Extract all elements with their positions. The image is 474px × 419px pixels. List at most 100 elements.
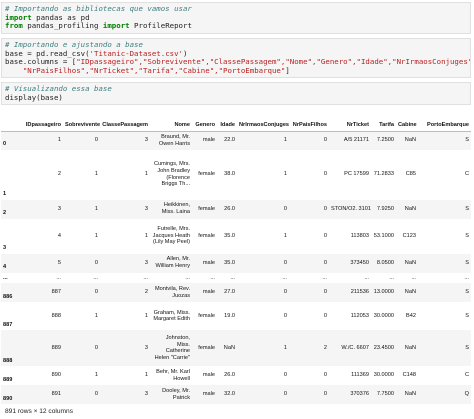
table-cell: NaN	[404, 391, 416, 398]
table-cell: 1	[144, 232, 148, 239]
table-cell: B42	[406, 312, 416, 319]
table-cell: 0	[94, 344, 98, 351]
table-cell: 890	[51, 372, 61, 379]
table-cell: Cumings, Mrs. John Bradley (Florence Bri…	[153, 161, 190, 188]
table-cell: male	[202, 391, 215, 398]
table-row: 4 5 0 3 Allen, Mr. William Henry male 35.0 0 0 37…	[1, 253, 471, 273]
code-cell-load-data[interactable]: # Importando e ajustando a base base = p…	[1, 38, 471, 78]
row-index: 2	[3, 209, 7, 216]
table-cell: 0	[94, 259, 98, 266]
row-index: 888	[3, 357, 13, 364]
column-header: NrIrmaosConjuges	[237, 117, 289, 132]
table-cell: 1	[144, 312, 148, 319]
table-row: 1 2 1 1 Cumings, Mrs. John Bradley (Florence…	[1, 150, 471, 200]
table-cell: 0	[323, 171, 327, 178]
table-cell: Heikkinen, Miss. Laina	[161, 202, 190, 215]
table-cell: ...	[322, 274, 327, 281]
table-cell: 0	[283, 372, 287, 379]
table-cell: 370376	[350, 391, 369, 398]
table-cell: 1	[283, 232, 287, 239]
dataframe-table: IDpassageiro Sobrevivente ClassePassagem No…	[1, 117, 471, 405]
row-index: 1	[3, 190, 7, 197]
table-cell: 3	[57, 205, 61, 212]
table-cell: 0	[323, 137, 327, 144]
column-header: Genero	[192, 117, 217, 132]
table-cell: 5	[57, 259, 61, 266]
table-cell: 889	[51, 344, 61, 351]
table-cell: 19.0	[224, 312, 235, 319]
table-row: 888 889 0 3 Johnston, Miss. Catherine Helen …	[1, 330, 471, 367]
table-cell: 30.0000	[373, 312, 394, 319]
table-cell: 27.0	[224, 289, 235, 296]
table-cell: 3	[144, 137, 148, 144]
table-cell: Braund, Mr. Owen Harris	[158, 134, 190, 147]
table-cell: 0	[283, 259, 287, 266]
table-cell: 113803	[350, 232, 369, 239]
table-cell: 7.7500	[376, 391, 394, 398]
table-cell: 3	[144, 344, 148, 351]
table-cell: 71.2833	[373, 171, 394, 178]
code-cell-imports[interactable]: # Importando as bibliotecas que vamos us…	[1, 2, 471, 34]
table-cell: 0	[323, 205, 327, 212]
table-cell: 1	[57, 137, 61, 144]
table-cell: NaN	[404, 289, 416, 296]
table-cell: 22.0	[224, 137, 235, 144]
table-cell: Dooley, Mr. Patrick	[162, 388, 190, 401]
table-cell: ...	[230, 274, 235, 281]
table-cell: ...	[185, 274, 190, 281]
table-cell: 0	[323, 232, 327, 239]
table-cell: 112053	[350, 312, 369, 319]
column-header: Sobrevivente	[63, 117, 100, 132]
table-cell: S	[465, 289, 469, 296]
table-cell: female	[198, 312, 215, 319]
table-row: 887 888 1 1 Graham, Miss. Margaret Edith fema…	[1, 302, 471, 330]
table-cell: 3	[144, 205, 148, 212]
table-cell: 35.0	[224, 232, 235, 239]
table-cell: C148	[402, 372, 416, 379]
table-cell: female	[198, 205, 215, 212]
row-index: 4	[3, 263, 7, 270]
table-cell: W./C. 6607	[341, 344, 369, 351]
table-cell: 0	[323, 259, 327, 266]
code-string: "NrPaisFilhos","NrTicket","Tarifa","Cabi…	[22, 65, 286, 75]
table-cell: 0	[323, 312, 327, 319]
table-cell: 2	[323, 344, 327, 351]
table-cell: 111369	[351, 372, 369, 379]
table-cell: Montvila, Rev. Juozas	[154, 286, 190, 299]
table-row: 2 3 1 3 Heikkinen, Miss. Laina female 26.0 0 0 ST…	[1, 199, 471, 219]
table-cell: 0	[323, 391, 327, 398]
table-cell: Allen, Mr. William Henry	[155, 256, 191, 269]
table-cell: Behr, Mr. Karl Howell	[156, 369, 190, 382]
code-text: ]	[285, 65, 290, 75]
table-cell: S	[465, 259, 469, 266]
column-header: NrTicket	[329, 117, 371, 132]
column-header: NrPaisFilhos	[289, 117, 329, 132]
table-cell: male	[202, 372, 215, 379]
table-cell: S	[465, 344, 469, 351]
table-cell: NaN	[223, 344, 235, 351]
table-cell: ...	[411, 274, 416, 281]
column-header: Cabine	[396, 117, 418, 132]
column-header: PortoEmbarque	[418, 117, 471, 132]
table-cell: 1	[94, 372, 98, 379]
table-cell: 0	[283, 312, 287, 319]
table-header-row: IDpassageiro Sobrevivente ClassePassagem No…	[1, 117, 471, 132]
table-cell: 0	[94, 289, 98, 296]
table-cell: ...	[56, 274, 61, 281]
row-index: 886	[3, 293, 13, 300]
table-cell: 1	[94, 232, 98, 239]
table-cell: S	[465, 137, 469, 144]
code-cell-display[interactable]: # Visualizando essa base display(base)	[1, 82, 471, 105]
table-cell: C	[464, 372, 469, 379]
table-cell: female	[198, 232, 215, 239]
table-cell: 2	[57, 171, 61, 178]
table-row: 890 891 0 3 Dooley, Mr. Patrick male 32.0 0 0 370…	[1, 385, 471, 405]
table-cell: 26.0	[224, 205, 235, 212]
table-cell: ...	[389, 274, 394, 281]
table-cell: 3	[144, 391, 148, 398]
table-cell: male	[202, 289, 215, 296]
column-header: Idade	[217, 117, 237, 132]
table-cell: 1	[144, 171, 148, 178]
table-cell: S	[465, 205, 469, 212]
